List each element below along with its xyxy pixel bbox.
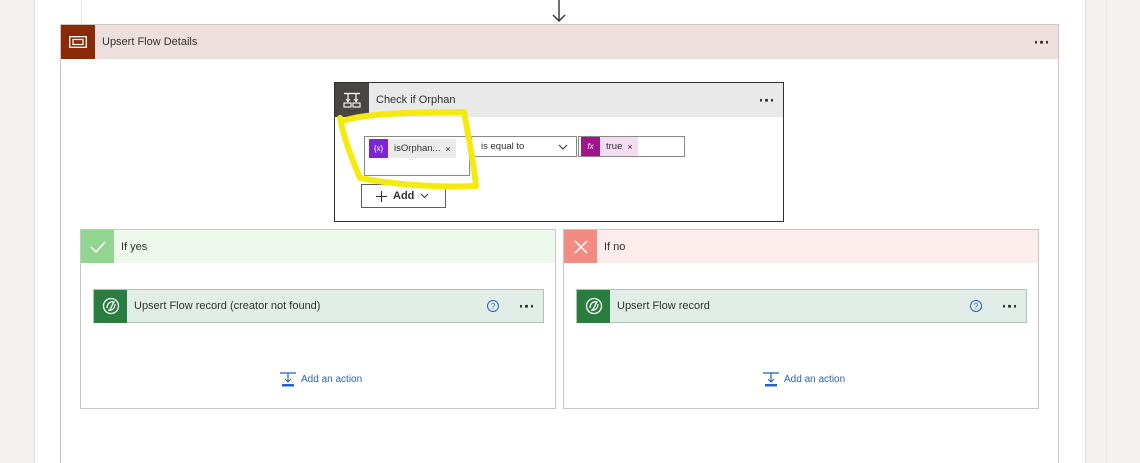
scope-more-icon[interactable] <box>1034 40 1048 44</box>
condition-title: Check if Orphan <box>376 94 456 106</box>
chevron-down-icon <box>421 193 429 199</box>
branch-no-header[interactable]: If no <box>564 230 1038 263</box>
add-button-label: Add <box>393 190 415 202</box>
add-action-link[interactable]: Add an action <box>280 372 362 387</box>
left-operand-field[interactable]: {x} isOrphan... × <box>364 136 470 176</box>
add-action-label: Add an action <box>301 374 363 385</box>
branch-yes-title: If yes <box>121 240 148 253</box>
condition-header[interactable]: Check if Orphan <box>335 83 783 117</box>
add-action-icon <box>763 372 779 387</box>
checkmark-icon <box>81 230 114 263</box>
operator-select[interactable]: is equal to <box>471 136 577 157</box>
remove-token-icon[interactable]: × <box>627 142 637 152</box>
variable-icon: {x} <box>369 139 388 158</box>
add-action-icon <box>280 372 296 387</box>
help-icon[interactable]: ? <box>487 300 499 312</box>
expression-token[interactable]: fx true × <box>581 137 638 156</box>
action-more-icon[interactable] <box>519 304 533 308</box>
branch-no-title: If no <box>604 240 626 253</box>
condition-more-icon[interactable] <box>759 98 773 102</box>
scope-title: Upsert Flow Details <box>102 36 198 48</box>
action-title: Upsert Flow record (creator not found) <box>134 300 321 312</box>
action-more-icon[interactable] <box>1002 304 1016 308</box>
variable-token[interactable]: {x} isOrphan... × <box>369 139 456 158</box>
help-icon[interactable]: ? <box>970 300 982 312</box>
condition-icon <box>335 83 369 117</box>
action-card-yes[interactable]: Upsert Flow record (creator not found) ? <box>93 289 544 323</box>
condition-card: Check if Orphan {x} isOrphan... × is equ… <box>334 82 784 222</box>
chevron-down-icon <box>558 144 568 150</box>
remove-token-icon[interactable]: × <box>445 144 455 154</box>
add-action-link[interactable]: Add an action <box>763 372 845 387</box>
plus-icon <box>376 190 387 202</box>
scope-icon <box>61 25 95 59</box>
expression-icon: fx <box>581 137 600 156</box>
variable-token-label: isOrphan... <box>394 143 441 154</box>
action-card-no[interactable]: Upsert Flow record ? <box>576 289 1027 323</box>
expression-token-label: true <box>606 141 623 152</box>
action-title: Upsert Flow record <box>617 300 710 312</box>
branch-yes: If yes Upsert Flow record (creator not f… <box>80 229 556 409</box>
dataverse-icon <box>94 289 127 323</box>
scope-header[interactable]: Upsert Flow Details <box>61 25 1058 59</box>
right-operand-field[interactable]: fx true × <box>578 136 685 157</box>
add-condition-button[interactable]: Add <box>361 184 446 208</box>
branch-yes-header[interactable]: If yes <box>81 230 555 263</box>
flow-arrow-icon <box>552 0 566 22</box>
dataverse-icon <box>577 289 610 323</box>
operator-value: is equal to <box>481 141 525 152</box>
branch-no: If no Upsert Flow record ? Add an action <box>563 229 1039 409</box>
cross-icon <box>564 230 597 263</box>
add-action-label: Add an action <box>784 374 846 385</box>
